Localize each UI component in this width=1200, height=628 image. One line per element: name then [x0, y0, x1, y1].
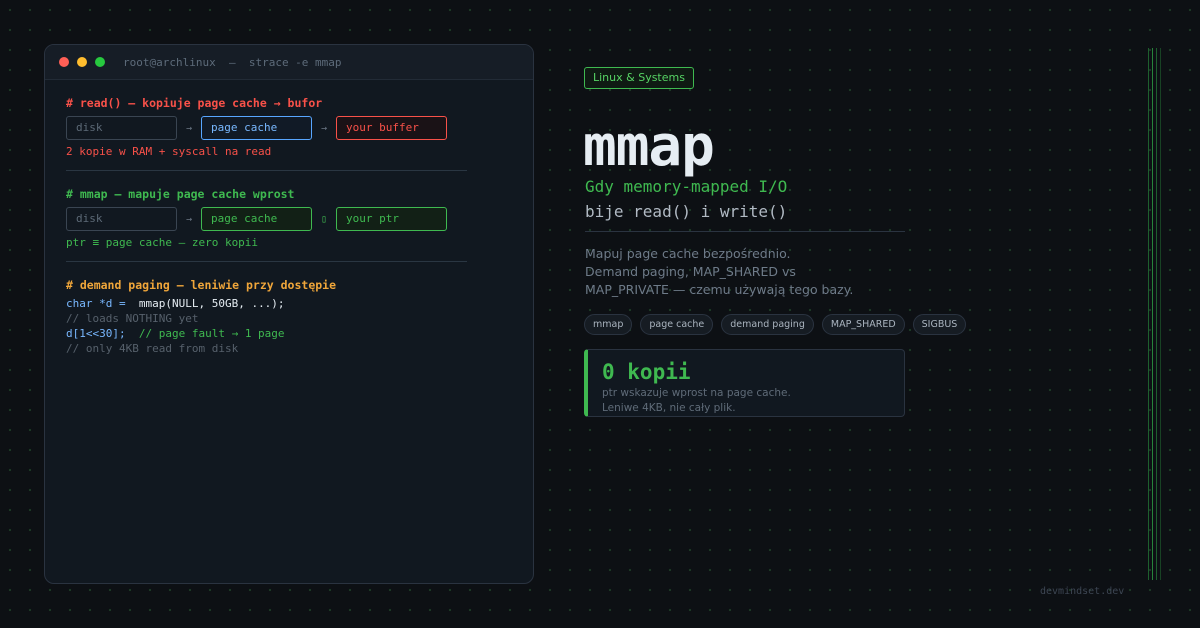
your-buffer-box: your buffer	[336, 116, 447, 140]
title-divider	[585, 231, 905, 232]
minimize-window-dot[interactable]	[77, 57, 87, 67]
page-cache-box: page cache	[201, 116, 312, 140]
footer-site[interactable]: devmindset.dev	[1040, 586, 1124, 597]
demand-section-heading: # demand paging — leniwie przy dostępie	[66, 278, 337, 292]
tag-demand-paging[interactable]: demand paging	[721, 314, 814, 335]
page-cache-box: page cache	[201, 207, 312, 231]
mmap-note: ptr ≡ page cache — zero kopii	[66, 236, 259, 249]
description-line: Mapuj page cache bezpośrednio.	[585, 246, 791, 261]
decorative-line	[1152, 48, 1153, 580]
arrow-icon: →	[185, 213, 193, 225]
read-flow-diagram: disk → page cache → your buffer	[66, 116, 468, 140]
maximize-window-dot[interactable]	[95, 57, 105, 67]
subtitle-line1: Gdy memory-mapped I/O	[585, 177, 788, 196]
close-window-dot[interactable]	[59, 57, 69, 67]
arrow-icon: →	[320, 122, 328, 134]
tag-sigbus[interactable]: SIGBUS	[912, 314, 967, 335]
arrow-icon: →	[185, 122, 193, 134]
page-title: mmap	[583, 114, 715, 179]
terminal-window: root@archlinux — strace -e mmap # read()…	[44, 44, 534, 584]
description-line: Demand paging, MAP_SHARED vs	[585, 264, 796, 279]
code-call: mmap(NULL, 50GB, ...);	[132, 297, 285, 310]
decorative-line	[1148, 48, 1149, 580]
code-comment: // loads NOTHING yet	[66, 312, 199, 325]
tag-page-cache[interactable]: page cache	[640, 314, 714, 335]
code-comment-green: // page fault → 1 page	[125, 327, 285, 340]
terminal-titlebar: root@archlinux — strace -e mmap	[45, 45, 533, 80]
code-expr: d[1<<30];	[66, 327, 126, 340]
code-comment: // only 4KB read from disk	[66, 342, 239, 355]
terminal-title: root@archlinux — strace -e mmap	[123, 55, 342, 69]
section-divider	[66, 170, 467, 171]
description-line: MAP_PRIVATE — czemu używają tego bazy.	[585, 282, 854, 297]
tag-list: mmap page cache demand paging MAP_SHARED…	[584, 314, 974, 335]
stat-line: ptr wskazuje wprost na page cache.	[602, 387, 791, 399]
stat-value: 0 kopii	[602, 360, 691, 384]
mmap-flow-diagram: disk → page cache ▯ your ptr	[66, 207, 468, 231]
your-ptr-box: your ptr	[336, 207, 447, 231]
tag-mmap[interactable]: mmap	[584, 314, 633, 335]
tag-map-shared[interactable]: MAP_SHARED	[821, 314, 905, 335]
stat-line: Leniwe 4KB, nie cały plik.	[602, 402, 736, 414]
code-line: d[1<<30]; // page fault → 1 page	[66, 326, 468, 341]
section-divider	[66, 261, 467, 262]
read-section-heading: # read() — kopiuje page cache → bufor	[66, 96, 323, 110]
decorative-line	[1156, 48, 1157, 580]
disk-box: disk	[66, 116, 177, 140]
read-note: 2 kopie w RAM + syscall na read	[66, 145, 272, 158]
description: Mapuj page cache bezpośrednio. Demand pa…	[585, 245, 925, 299]
link-icon: ▯	[320, 213, 328, 225]
mmap-section-heading: # mmap — mapuje page cache wprost	[66, 187, 295, 201]
subtitle-line2: bije read() i write()	[585, 202, 788, 221]
code-line: char *d = mmap(NULL, 50GB, ...);	[66, 296, 468, 311]
stat-card: 0 kopii ptr wskazuje wprost na page cach…	[584, 349, 905, 417]
decorative-lines	[1148, 48, 1162, 580]
disk-box: disk	[66, 207, 177, 231]
category-badge: Linux & Systems	[584, 67, 694, 89]
code-type: char *d =	[66, 297, 133, 310]
decorative-line	[1160, 48, 1161, 580]
terminal-body: # read() — kopiuje page cache → bufor di…	[45, 80, 468, 356]
